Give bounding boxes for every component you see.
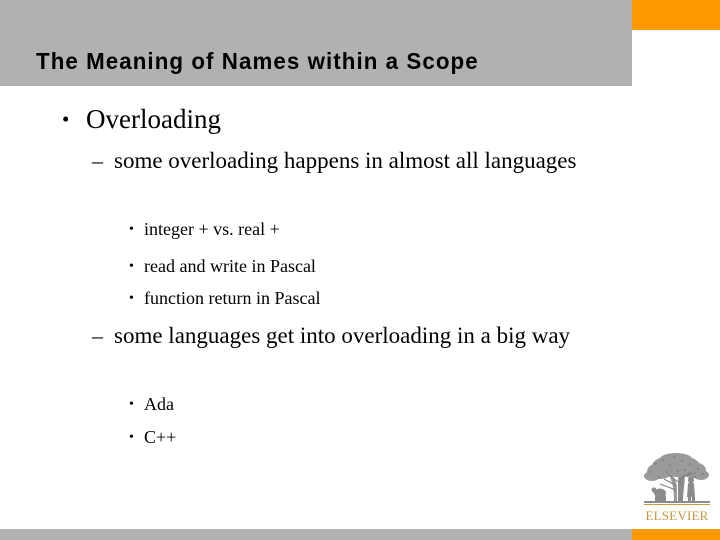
bullet-level2: – some languages get into overloading in… bbox=[92, 321, 637, 437]
bullet-text: function return in Pascal bbox=[144, 288, 321, 308]
bullet-level2: – some overloading happens in almost all… bbox=[92, 146, 627, 262]
footer-gray-bar bbox=[0, 529, 632, 540]
dash-marker-icon: – bbox=[92, 148, 103, 173]
bullet-text: read and write in Pascal bbox=[144, 256, 316, 276]
bullet-marker-icon: • bbox=[62, 107, 70, 131]
dash-marker-icon: – bbox=[92, 323, 103, 348]
bullet-text: C++ bbox=[144, 427, 177, 447]
elsevier-tree-icon bbox=[644, 453, 710, 505]
bullet-text: integer + vs. real + bbox=[144, 219, 280, 239]
elsevier-wordmark: ELSEVIER bbox=[645, 508, 709, 523]
elsevier-logo: ELSEVIER bbox=[638, 452, 716, 526]
bullet-text: some overloading happens in almost all l… bbox=[114, 148, 577, 173]
bullet-text: some languages get into overloading in a… bbox=[114, 323, 571, 348]
bullet-marker-icon: • bbox=[129, 430, 134, 445]
slide-canvas: The Meaning of Names within a Scope • Ov… bbox=[0, 0, 720, 540]
title-banner: The Meaning of Names within a Scope bbox=[0, 0, 632, 86]
bullet-level3: • C++ bbox=[129, 426, 176, 518]
slide-body: • Overloading – some overloading happens… bbox=[0, 96, 720, 456]
footer-orange-bar bbox=[632, 529, 720, 540]
bullet-marker-icon: • bbox=[129, 397, 134, 412]
bullet-marker-icon: • bbox=[129, 259, 134, 274]
bullet-marker-icon: • bbox=[129, 291, 134, 306]
bullet-marker-icon: • bbox=[129, 222, 134, 237]
orange-accent-bar-top bbox=[632, 0, 720, 30]
bullet-text: Overloading bbox=[86, 104, 221, 134]
bullet-text: Ada bbox=[144, 394, 174, 414]
slide-title: The Meaning of Names within a Scope bbox=[36, 48, 479, 74]
